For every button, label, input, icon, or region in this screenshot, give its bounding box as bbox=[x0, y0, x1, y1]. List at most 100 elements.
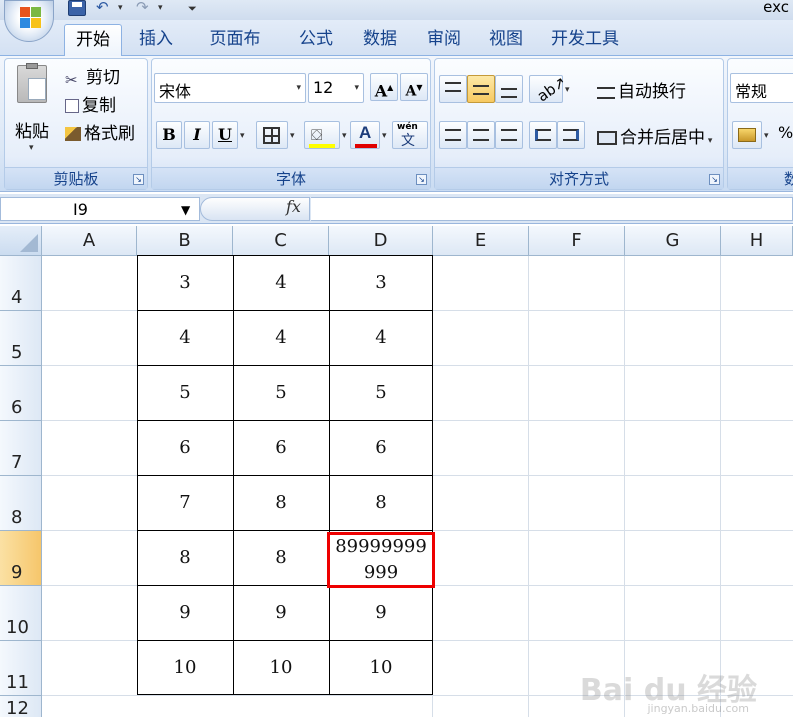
borders-dropdown-icon[interactable]: ▾ bbox=[290, 131, 295, 141]
paste-dropdown-icon: ▾ bbox=[29, 143, 34, 153]
name-box[interactable]: I9 ▼ bbox=[0, 197, 200, 221]
undo-dropdown-icon[interactable]: ▾ bbox=[118, 3, 123, 13]
cell-c8[interactable]: 8 bbox=[233, 492, 329, 513]
font-launcher-icon[interactable]: ↘ bbox=[416, 174, 427, 185]
cell-b8[interactable]: 7 bbox=[137, 492, 233, 513]
align-center-button[interactable] bbox=[467, 121, 495, 149]
row-header-7[interactable]: 7 bbox=[0, 421, 42, 476]
insert-function-button[interactable]: fx bbox=[286, 197, 301, 216]
column-header-a[interactable]: A bbox=[42, 226, 137, 256]
orientation-button[interactable]: ab↗ bbox=[529, 73, 570, 105]
cell-d6[interactable]: 5 bbox=[329, 382, 433, 403]
name-box-dropdown-icon[interactable]: ▼ bbox=[181, 203, 190, 217]
tab-formulas[interactable]: 公式 bbox=[288, 24, 344, 56]
cell-c7[interactable]: 6 bbox=[233, 437, 329, 458]
paste-button[interactable]: 粘贴 ▾ bbox=[11, 63, 57, 159]
redo-icon[interactable]: ↷ bbox=[136, 0, 154, 16]
alignment-launcher-icon[interactable]: ↘ bbox=[709, 174, 720, 185]
cell-d10[interactable]: 9 bbox=[329, 602, 433, 623]
column-header-c[interactable]: C bbox=[233, 226, 329, 256]
phonetic-button[interactable]: wén 文 bbox=[392, 121, 428, 149]
column-header-b[interactable]: B bbox=[137, 226, 233, 256]
align-middle-button[interactable] bbox=[467, 75, 495, 103]
column-header-h[interactable]: H bbox=[721, 226, 793, 256]
row-header-5[interactable]: 5 bbox=[0, 311, 42, 366]
save-icon[interactable] bbox=[68, 0, 86, 16]
cell-d7[interactable]: 6 bbox=[329, 437, 433, 458]
align-top-button[interactable] bbox=[439, 75, 467, 103]
cell-b9[interactable]: 8 bbox=[137, 547, 233, 568]
column-header-g[interactable]: G bbox=[625, 226, 721, 256]
copy-button[interactable]: 复制 bbox=[65, 91, 116, 116]
align-left-icon bbox=[445, 129, 461, 141]
font-color-dropdown-icon[interactable]: ▾ bbox=[382, 131, 387, 141]
row-header-12[interactable]: 12 bbox=[0, 696, 42, 717]
merge-center-button[interactable]: 合并后居中 ▾ bbox=[597, 123, 712, 148]
format-painter-button[interactable]: 格式刷 bbox=[65, 119, 135, 144]
cell-b4[interactable]: 3 bbox=[137, 272, 233, 293]
column-header-e[interactable]: E bbox=[433, 226, 529, 256]
column-header-f[interactable]: F bbox=[529, 226, 625, 256]
percent-button[interactable]: % bbox=[778, 123, 793, 142]
tab-insert[interactable]: 插入 bbox=[128, 24, 184, 56]
cell-b6[interactable]: 5 bbox=[137, 382, 233, 403]
cell-c10[interactable]: 9 bbox=[233, 602, 329, 623]
increase-indent-button[interactable] bbox=[557, 121, 585, 149]
cell-d4[interactable]: 3 bbox=[329, 272, 433, 293]
orientation-dropdown-icon[interactable]: ▾ bbox=[565, 85, 570, 95]
row-header-11[interactable]: 11 bbox=[0, 641, 42, 696]
row-header-9[interactable]: 9 bbox=[0, 531, 42, 586]
redo-dropdown-icon[interactable]: ▾ bbox=[158, 3, 163, 13]
cell-c9[interactable]: 8 bbox=[233, 547, 329, 568]
currency-button[interactable] bbox=[732, 121, 762, 149]
tab-developer[interactable]: 开发工具 bbox=[540, 24, 630, 56]
row-header-10[interactable]: 10 bbox=[0, 586, 42, 641]
wrap-text-button[interactable]: 自动换行 bbox=[597, 77, 686, 102]
tab-page-layout[interactable]: 页面布局 bbox=[192, 24, 278, 79]
tab-home[interactable]: 开始 bbox=[64, 24, 122, 56]
select-all-button[interactable] bbox=[0, 226, 42, 256]
bold-button[interactable]: B bbox=[156, 121, 182, 149]
cell-d5[interactable]: 4 bbox=[329, 327, 433, 348]
fill-color-dropdown-icon[interactable]: ▾ bbox=[342, 131, 347, 141]
cell-c5[interactable]: 4 bbox=[233, 327, 329, 348]
shrink-font-button[interactable]: A▼ bbox=[400, 73, 428, 101]
number-format-select[interactable]: 常规 bbox=[730, 73, 793, 103]
column-header-d[interactable]: D bbox=[329, 226, 433, 256]
cell-c4[interactable]: 4 bbox=[233, 272, 329, 293]
customize-qat-icon[interactable]: ⏷ bbox=[188, 2, 197, 16]
align-left-button[interactable] bbox=[439, 121, 467, 149]
align-bottom-button[interactable] bbox=[495, 75, 523, 103]
cell-b10[interactable]: 9 bbox=[137, 602, 233, 623]
currency-dropdown-icon[interactable]: ▾ bbox=[764, 131, 769, 141]
underline-dropdown-icon[interactable]: ▾ bbox=[240, 131, 245, 141]
formula-input[interactable] bbox=[311, 197, 793, 221]
tab-view[interactable]: 视图 bbox=[478, 24, 534, 56]
row-header-4[interactable]: 4 bbox=[0, 256, 42, 311]
undo-icon[interactable]: ↶ bbox=[96, 0, 114, 16]
tab-review[interactable]: 审阅 bbox=[416, 24, 472, 56]
cell-b5[interactable]: 4 bbox=[137, 327, 233, 348]
italic-button[interactable]: I bbox=[184, 121, 210, 149]
align-right-button[interactable] bbox=[495, 121, 523, 149]
cut-button[interactable]: ✂ 剪切 bbox=[65, 63, 120, 89]
grow-font-button[interactable]: A▲ bbox=[370, 73, 398, 101]
font-size-select[interactable]: 12 ▾ bbox=[308, 73, 364, 103]
cell-d8[interactable]: 8 bbox=[329, 492, 433, 513]
row-header-6[interactable]: 6 bbox=[0, 366, 42, 421]
font-color-button[interactable]: A bbox=[350, 121, 380, 149]
cell-d11[interactable]: 10 bbox=[329, 657, 433, 678]
borders-button[interactable] bbox=[256, 121, 288, 149]
decrease-indent-button[interactable] bbox=[529, 121, 557, 149]
worksheet-grid[interactable]: A B C D E F G H 4 5 6 7 8 9 10 11 12 3 4… bbox=[0, 226, 793, 717]
underline-button[interactable]: U bbox=[212, 121, 238, 149]
cell-b7[interactable]: 6 bbox=[137, 437, 233, 458]
clipboard-launcher-icon[interactable]: ↘ bbox=[133, 174, 144, 185]
cell-c11[interactable]: 10 bbox=[233, 657, 329, 678]
tab-data[interactable]: 数据 bbox=[352, 24, 408, 56]
cell-b11[interactable]: 10 bbox=[137, 657, 233, 678]
fill-color-button[interactable]: ⛋ bbox=[304, 121, 340, 149]
cell-c6[interactable]: 5 bbox=[233, 382, 329, 403]
font-name-select[interactable]: 宋体 ▾ bbox=[154, 73, 306, 103]
row-header-8[interactable]: 8 bbox=[0, 476, 42, 531]
